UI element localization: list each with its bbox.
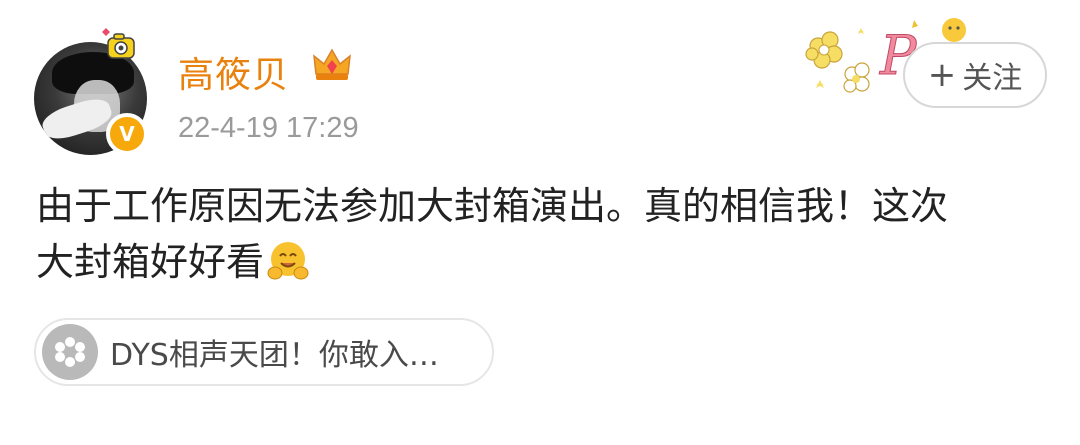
post-text-line-2-text: 大封箱好好看 xyxy=(36,240,265,284)
username[interactable]: 高筱贝 xyxy=(178,46,289,98)
post-text-line-2: 大封箱好好看 xyxy=(36,234,1046,290)
follow-label: 关注 xyxy=(962,61,1023,96)
topic-chip[interactable]: DYS相声天团！你敢入… xyxy=(34,318,494,386)
post-text-line-1: 由于工作原因无法参加大封箱演出。真的相信我！这次 xyxy=(36,184,949,228)
verified-badge: V xyxy=(106,113,148,155)
topic-icon xyxy=(42,324,98,380)
flower-icon xyxy=(55,337,85,367)
hug-emoji-icon xyxy=(267,242,309,280)
topic-label: DYS相声天团！你敢入… xyxy=(110,338,439,373)
post-content: 由于工作原因无法参加大封箱演出。真的相信我！这次 大封箱好好看 xyxy=(36,178,1046,290)
crown-icon[interactable] xyxy=(310,44,354,88)
post-timestamp: 22-4-19 17:29 xyxy=(178,112,359,144)
plus-icon: + xyxy=(927,55,957,95)
follow-button[interactable]: + 关注 xyxy=(903,42,1047,108)
camera-sticker-icon xyxy=(102,28,135,59)
weibo-post: V 高筱贝 22-4-19 17:29 P + 关注 由于工作原因无法参加大封箱… xyxy=(0,0,1080,445)
